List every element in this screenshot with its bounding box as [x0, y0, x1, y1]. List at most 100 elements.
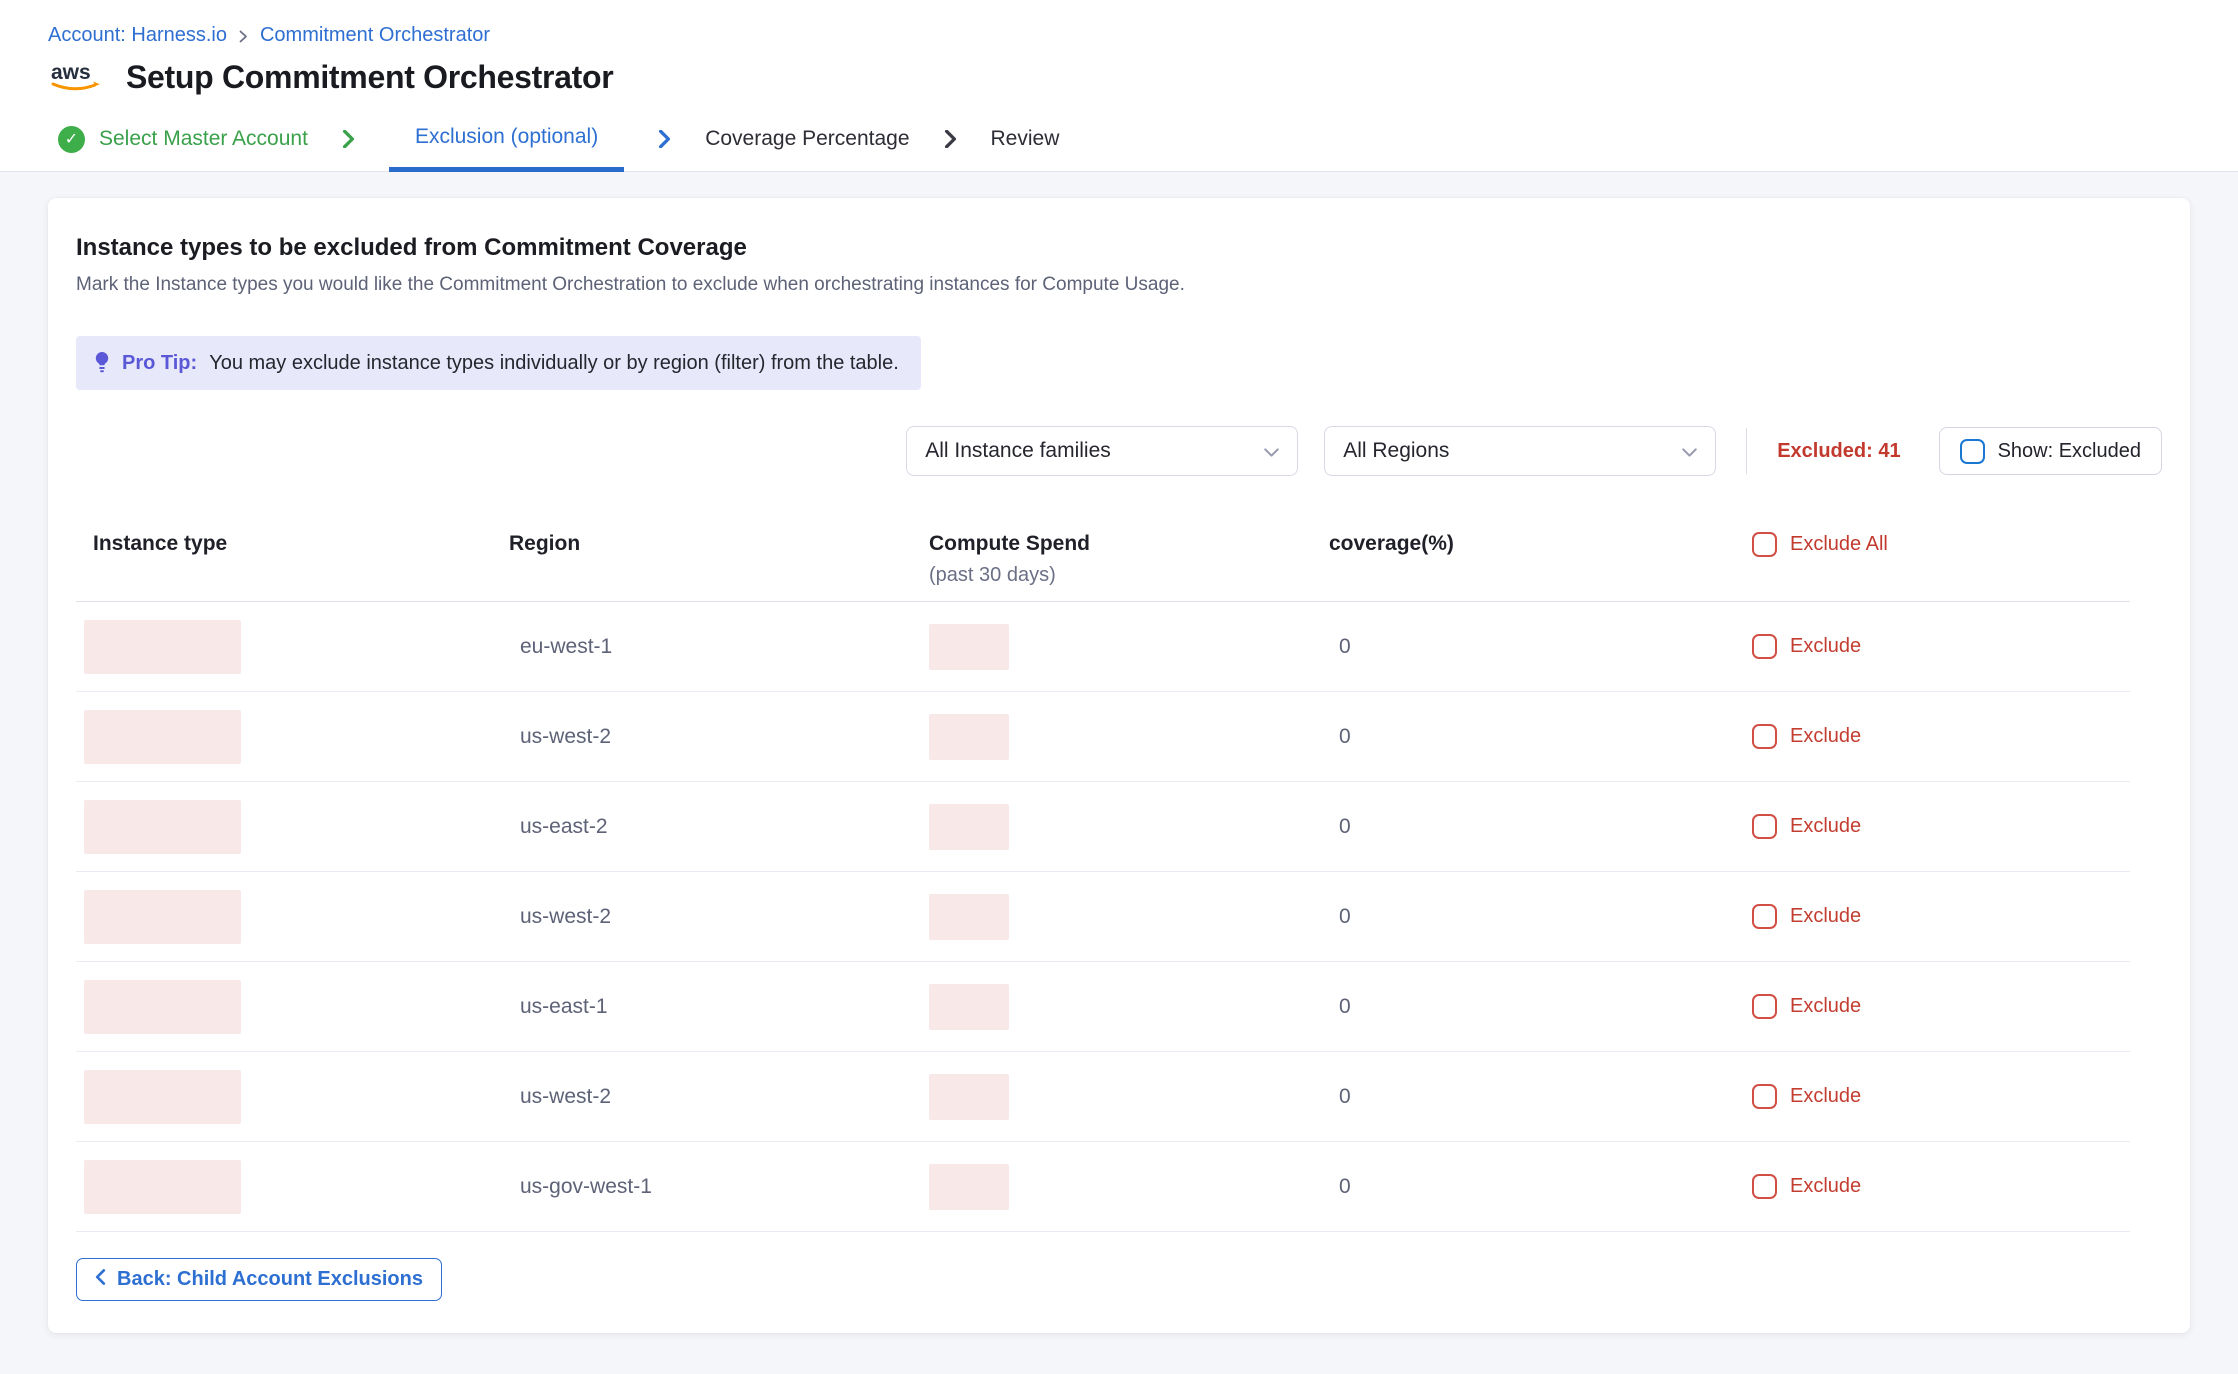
show-excluded-checkbox[interactable] — [1960, 439, 1985, 464]
coverage-cell: 0 — [1329, 635, 1744, 659]
redacted-instance-type — [84, 620, 241, 674]
region-cell: us-gov-west-1 — [509, 1175, 929, 1199]
exclude-label: Exclude — [1790, 815, 1861, 838]
region-cell: eu-west-1 — [509, 635, 929, 659]
step-label: Select Master Account — [99, 127, 308, 151]
page-title: Setup Commitment Orchestrator — [126, 59, 613, 96]
header-compute-spend-title: Compute Spend — [929, 532, 1329, 556]
lightbulb-icon — [94, 351, 110, 374]
table-row: us-east-1 0 Exclude — [76, 962, 2130, 1052]
chevron-right-icon — [342, 130, 355, 148]
exclude-checkbox[interactable] — [1752, 994, 1777, 1019]
redacted-compute-spend — [929, 1164, 1009, 1210]
redacted-compute-spend — [929, 1074, 1009, 1120]
exclude-toggle[interactable]: Exclude — [1744, 1174, 2130, 1199]
table-row: eu-west-1 0 Exclude — [76, 602, 2130, 692]
header-region: Region — [509, 532, 929, 556]
exclude-checkbox[interactable] — [1752, 1174, 1777, 1199]
exclude-checkbox[interactable] — [1752, 904, 1777, 929]
region-cell: us-west-2 — [509, 905, 929, 929]
exclude-label: Exclude — [1790, 1085, 1861, 1108]
exclude-toggle[interactable]: Exclude — [1744, 1084, 2130, 1109]
chevron-left-icon — [95, 1268, 106, 1291]
back-button-label: Back: Child Account Exclusions — [117, 1268, 423, 1291]
redacted-compute-spend — [929, 984, 1009, 1030]
filters-row: All Instance families All Regions Exclud… — [76, 426, 2162, 476]
pro-tip-text: You may exclude instance types individua… — [209, 352, 899, 375]
step-exclusion[interactable]: Exclusion (optional) — [389, 108, 624, 172]
coverage-cell: 0 — [1329, 995, 1744, 1019]
page-content: Instance types to be excluded from Commi… — [0, 172, 2238, 1333]
card-heading: Instance types to be excluded from Commi… — [76, 234, 2162, 262]
exclude-label: Exclude — [1790, 725, 1861, 748]
redacted-compute-spend — [929, 624, 1009, 670]
pro-tip-label: Pro Tip: — [122, 352, 197, 375]
excluded-count: Excluded: 41 — [1777, 440, 1900, 463]
step-coverage-percentage[interactable]: Coverage Percentage — [705, 107, 909, 171]
redacted-instance-type — [84, 710, 241, 764]
redacted-instance-type — [84, 800, 241, 854]
exclude-checkbox[interactable] — [1752, 724, 1777, 749]
header-instance-type: Instance type — [76, 532, 509, 556]
coverage-cell: 0 — [1329, 905, 1744, 929]
exclude-label: Exclude — [1790, 635, 1861, 658]
exclude-toggle[interactable]: Exclude — [1744, 634, 2130, 659]
chevron-right-icon — [944, 130, 957, 148]
exclusion-table: Instance type Region Compute Spend (past… — [76, 476, 2130, 1232]
table-row: us-gov-west-1 0 Exclude — [76, 1142, 2130, 1232]
coverage-cell: 0 — [1329, 815, 1744, 839]
exclude-toggle[interactable]: Exclude — [1744, 814, 2130, 839]
exclude-checkbox[interactable] — [1752, 634, 1777, 659]
step-label: Coverage Percentage — [705, 127, 909, 151]
redacted-compute-spend — [929, 714, 1009, 760]
step-review[interactable]: Review — [991, 107, 1060, 171]
vertical-divider — [1746, 428, 1747, 474]
header-compute-spend: Compute Spend (past 30 days) — [929, 532, 1329, 587]
step-label: Exclusion (optional) — [415, 125, 598, 149]
breadcrumb-account-link[interactable]: Account: Harness.io — [48, 24, 227, 47]
exclude-label: Exclude — [1790, 995, 1861, 1018]
breadcrumb-page-link[interactable]: Commitment Orchestrator — [260, 24, 490, 47]
redacted-compute-spend — [929, 804, 1009, 850]
table-row: us-west-2 0 Exclude — [76, 692, 2130, 782]
step-label: Review — [991, 127, 1060, 151]
region-cell: us-west-2 — [509, 725, 929, 749]
redacted-compute-spend — [929, 894, 1009, 940]
chevron-down-icon — [1264, 439, 1279, 463]
chevron-right-icon — [658, 130, 671, 148]
instance-families-select[interactable]: All Instance families — [906, 426, 1298, 476]
region-cell: us-west-2 — [509, 1085, 929, 1109]
exclude-checkbox[interactable] — [1752, 814, 1777, 839]
title-row: aws Setup Commitment Orchestrator — [48, 57, 2238, 97]
regions-value: All Regions — [1343, 439, 1449, 463]
exclude-all-checkbox[interactable] — [1752, 532, 1777, 557]
step-select-master-account[interactable]: ✓ Select Master Account — [58, 107, 308, 171]
check-circle-icon: ✓ — [58, 126, 85, 153]
coverage-cell: 0 — [1329, 1175, 1744, 1199]
exclude-toggle[interactable]: Exclude — [1744, 724, 2130, 749]
pro-tip-banner: Pro Tip: You may exclude instance types … — [76, 336, 921, 390]
regions-select[interactable]: All Regions — [1324, 426, 1716, 476]
table-row: us-west-2 0 Exclude — [76, 1052, 2130, 1142]
redacted-instance-type — [84, 980, 241, 1034]
aws-logo: aws — [48, 57, 108, 97]
exclude-all-label: Exclude All — [1790, 533, 1888, 556]
exclude-toggle[interactable]: Exclude — [1744, 994, 2130, 1019]
wizard-stepper: ✓ Select Master Account Exclusion (optio… — [48, 107, 2238, 171]
exclude-all-toggle[interactable]: Exclude All — [1744, 532, 2130, 557]
svg-text:aws: aws — [51, 61, 91, 84]
show-excluded-toggle[interactable]: Show: Excluded — [1939, 427, 2162, 475]
table-row: us-east-2 0 Exclude — [76, 782, 2130, 872]
header-coverage: coverage(%) — [1329, 532, 1744, 556]
exclude-label: Exclude — [1790, 905, 1861, 928]
region-cell: us-east-1 — [509, 995, 929, 1019]
breadcrumb: Account: Harness.io Commitment Orchestra… — [48, 24, 2238, 47]
back-button[interactable]: Back: Child Account Exclusions — [76, 1258, 442, 1301]
redacted-instance-type — [84, 890, 241, 944]
coverage-cell: 0 — [1329, 725, 1744, 749]
redacted-instance-type — [84, 1160, 241, 1214]
exclude-checkbox[interactable] — [1752, 1084, 1777, 1109]
exclude-toggle[interactable]: Exclude — [1744, 904, 2130, 929]
show-excluded-label: Show: Excluded — [1998, 440, 2141, 463]
top-bar: Account: Harness.io Commitment Orchestra… — [0, 0, 2238, 172]
